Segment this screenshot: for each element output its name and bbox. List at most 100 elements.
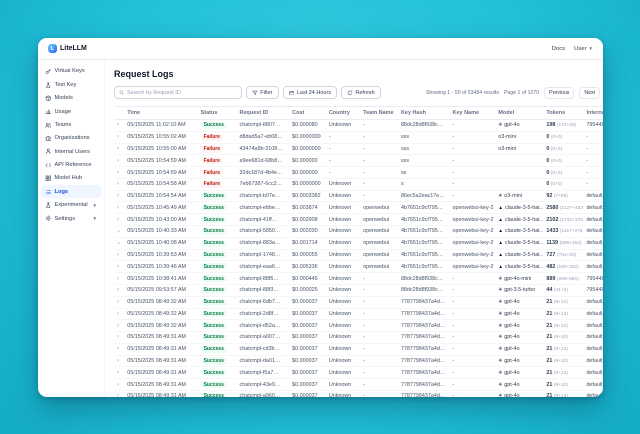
row-expander-icon[interactable]: › [115,242,121,244]
sidebar-item-settings[interactable]: Settings▼ [41,212,101,225]
cell-request-id[interactable]: chatcmpl-883a… [237,237,290,249]
cell-request-id[interactable]: chatcmpl-88f3… [237,284,290,296]
sidebar-item-experimental[interactable]: Experimental▼ [41,199,101,212]
table-row[interactable]: ›05/15/2025 08:49:32 AMSuccesschatcmpl-6… [114,296,603,308]
row-expander-icon[interactable]: › [117,146,119,152]
cell-request-id[interactable]: 43474a9b-3108… [237,143,290,155]
refresh-button[interactable]: Refresh [341,86,381,99]
row-expander-icon[interactable]: › [117,134,119,140]
cell-request-id[interactable]: chatcmpl-eaa6… [237,261,290,273]
table-row[interactable]: ›05/15/2025 08:49:31 AMSuccesschatcmpl-a… [114,390,603,397]
row-expander-icon[interactable]: › [115,230,121,232]
table-row[interactable]: ›05/15/2025 10:40:33 AMSuccesschatcmpl-5… [114,226,603,238]
cell-request-id[interactable]: chatcmpl-41ff… [237,214,290,226]
table-row[interactable]: ›05/15/2025 09:53:57 AMSuccesschatcmpl-8… [114,284,603,296]
table-row[interactable]: ›05/15/2025 10:55:00 AMFailure43474a9b-3… [114,143,603,155]
row-expander-icon[interactable]: › [117,346,119,352]
table-row[interactable]: ›05/15/2025 08:49:31 AMSuccesschatcmpl-f… [114,367,603,379]
column-header[interactable]: Country [326,107,360,120]
row-expander-icon[interactable]: › [117,299,119,305]
cell-request-id[interactable]: chatcmpl-6db7… [237,296,290,308]
time-range-button[interactable]: Last 24 Hours [283,86,338,99]
table-row[interactable]: ›05/15/2025 10:39:53 AMSuccesschatcmpl-1… [114,249,603,261]
table-row[interactable]: ›05/15/2025 08:49:31 AMSuccesschatcmpl-d… [114,355,603,367]
cell-request-id[interactable]: chatcmpl-cd3b… [237,343,290,355]
cell-request-id[interactable]: chatcmpl-d52a… [237,320,290,332]
search-input[interactable] [127,90,237,96]
row-expander-icon[interactable]: › [117,393,119,397]
cell-request-id[interactable]: chatcmpl-a960… [237,390,290,397]
table-row[interactable]: ›05/15/2025 10:45:49 AMSuccesschatcmpl-e… [114,202,603,214]
table-row[interactable]: ›05/15/2025 10:43:00 AMSuccesschatcmpl-4… [114,214,603,226]
sidebar-item-internal-users[interactable]: Internal Users [41,145,101,158]
cell-request-id[interactable]: chatcmpl-43e9… [237,379,290,391]
row-expander-icon[interactable]: › [117,276,119,282]
cell-request-id[interactable]: chatcmpl-da01… [237,355,290,367]
cell-request-id[interactable]: chatcmpl-ebbe… [237,202,290,214]
cell-request-id[interactable]: d8dad5a7-eb08… [237,131,290,143]
row-expander-icon[interactable]: › [117,205,119,211]
sidebar-item-virtual-keys[interactable]: Virtual Keys [41,65,101,78]
column-header[interactable]: Tokens [543,107,583,120]
table-row[interactable]: ›05/15/2025 10:54:59 AMFailurea9ee681d-6… [114,155,603,167]
row-expander-icon[interactable]: › [117,252,119,258]
user-menu[interactable]: User▼ [574,46,593,52]
table-row[interactable]: ›05/15/2025 08:49:32 AMSuccesschatcmpl-2… [114,308,603,320]
column-header[interactable]: Model [495,107,543,120]
table-row[interactable]: ›05/15/2025 10:54:59 AMFailure32dc187d-4… [114,167,603,179]
docs-link[interactable]: Docs [552,46,565,52]
table-row[interactable]: ›05/15/2025 08:49:31 AMSuccesschatcmpl-c… [114,343,603,355]
column-header[interactable]: Team Name [360,107,398,120]
cell-request-id[interactable]: a9ee681d-68b8… [237,155,290,167]
previous-page-button[interactable]: Previous [544,87,574,99]
cell-request-id[interactable]: 32dc187d-4b4e… [237,167,290,179]
row-expander-icon[interactable]: › [117,122,119,128]
row-expander-icon[interactable]: › [117,264,119,270]
table-row[interactable]: ›05/15/2025 10:38:41 AMSuccesschatcmpl-8… [114,273,603,285]
filter-button[interactable]: Filter [246,86,279,99]
cell-request-id[interactable]: 7eb67387-6cc2… [237,178,290,190]
row-expander-icon[interactable]: › [117,181,119,187]
cell-request-id[interactable]: chatcmpl-88f5… [237,273,290,285]
sidebar-item-logs[interactable]: Logs [41,185,101,198]
table-row[interactable]: ›05/15/2025 10:40:08 AMSuccesschatcmpl-8… [114,237,603,249]
column-header[interactable]: Key Hash [398,107,450,120]
sidebar-item-organizations[interactable]: Organizations [41,132,101,145]
next-page-button[interactable]: Next [579,87,600,99]
column-header[interactable]: Internal User [583,107,603,120]
table-row[interactable]: ›05/15/2025 08:49:31 AMSuccesschatcmpl-a… [114,332,603,344]
cell-request-id[interactable]: chatcmpl-1748… [237,249,290,261]
sidebar-item-api-reference[interactable]: API Reference [41,159,101,172]
brand[interactable]: L LiteLLM [48,44,87,53]
row-expander-icon[interactable]: › [117,382,119,388]
cell-request-id[interactable]: chatcmpl-2d8f… [237,308,290,320]
cell-request-id[interactable]: chatcmpl-f5a7… [237,367,290,379]
row-expander-icon[interactable]: › [117,311,119,317]
row-expander-icon[interactable]: › [117,287,119,293]
table-row[interactable]: ›05/15/2025 08:49:31 AMSuccesschatcmpl-4… [114,379,603,391]
row-expander-icon[interactable]: › [117,358,119,364]
table-row[interactable]: ›05/15/2025 10:55:02 AMFailured8dad5a7-e… [114,131,603,143]
cell-request-id[interactable]: chatcmpl-a007… [237,332,290,344]
table-row[interactable]: ›05/15/2025 10:39:46 AMSuccesschatcmpl-e… [114,261,603,273]
cell-request-id[interactable]: chatcmpl-8807… [237,120,290,132]
sidebar-item-models[interactable]: Models [41,92,101,105]
sidebar-item-model-hub[interactable]: Model Hub [41,172,101,185]
table-row[interactable]: ›05/15/2025 10:54:58 AMFailure7eb67387-6… [114,178,603,190]
column-header[interactable]: Key Name [449,107,495,120]
column-header[interactable]: Time [124,107,197,120]
row-expander-icon[interactable]: › [117,193,119,199]
table-row[interactable]: ›05/15/2025 11:02:10 AMSuccesschatcmpl-8… [114,120,603,132]
cell-request-id[interactable]: chatcmpl-b07e… [237,190,290,202]
column-header[interactable]: Cost [289,107,326,120]
sidebar-item-test-key[interactable]: Test Key [41,78,101,91]
row-expander-icon[interactable]: › [117,334,119,340]
sidebar-item-usage[interactable]: Usage [41,105,101,118]
column-header[interactable]: Request ID [237,107,290,120]
row-expander-icon[interactable]: › [117,370,119,376]
sidebar-item-teams[interactable]: Teams [41,119,101,132]
search-box[interactable] [114,86,242,99]
table-row[interactable]: ›05/15/2025 08:49:32 AMSuccesschatcmpl-d… [114,320,603,332]
table-row[interactable]: ›05/15/2025 10:54:54 AMSuccesschatcmpl-b… [114,190,603,202]
cell-request-id[interactable]: chatcmpl-5850… [237,226,290,238]
